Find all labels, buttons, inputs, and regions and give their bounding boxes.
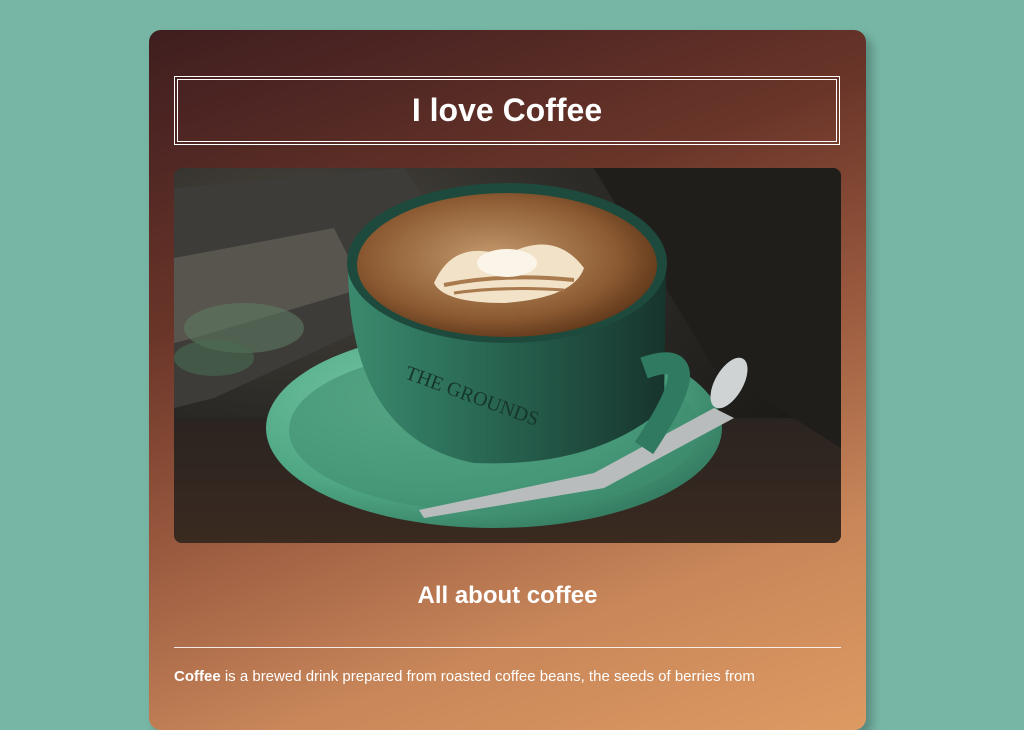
content-card: I love Coffee THE GROUNDS All about coff…: [149, 30, 866, 730]
coffee-cup-image: THE GROUNDS: [174, 168, 841, 543]
intro-lead: Coffee: [174, 668, 221, 685]
intro-text: is a brewed drink prepared from roasted …: [220, 668, 755, 685]
divider: [174, 647, 841, 648]
title-box: I love Coffee: [174, 76, 840, 145]
section-heading: All about coffee: [417, 582, 598, 609]
intro-paragraph: Coffee is a brewed drink prepared from r…: [174, 666, 841, 688]
coffee-photo: THE GROUNDS: [174, 168, 841, 543]
page-title: I love Coffee: [411, 92, 603, 128]
